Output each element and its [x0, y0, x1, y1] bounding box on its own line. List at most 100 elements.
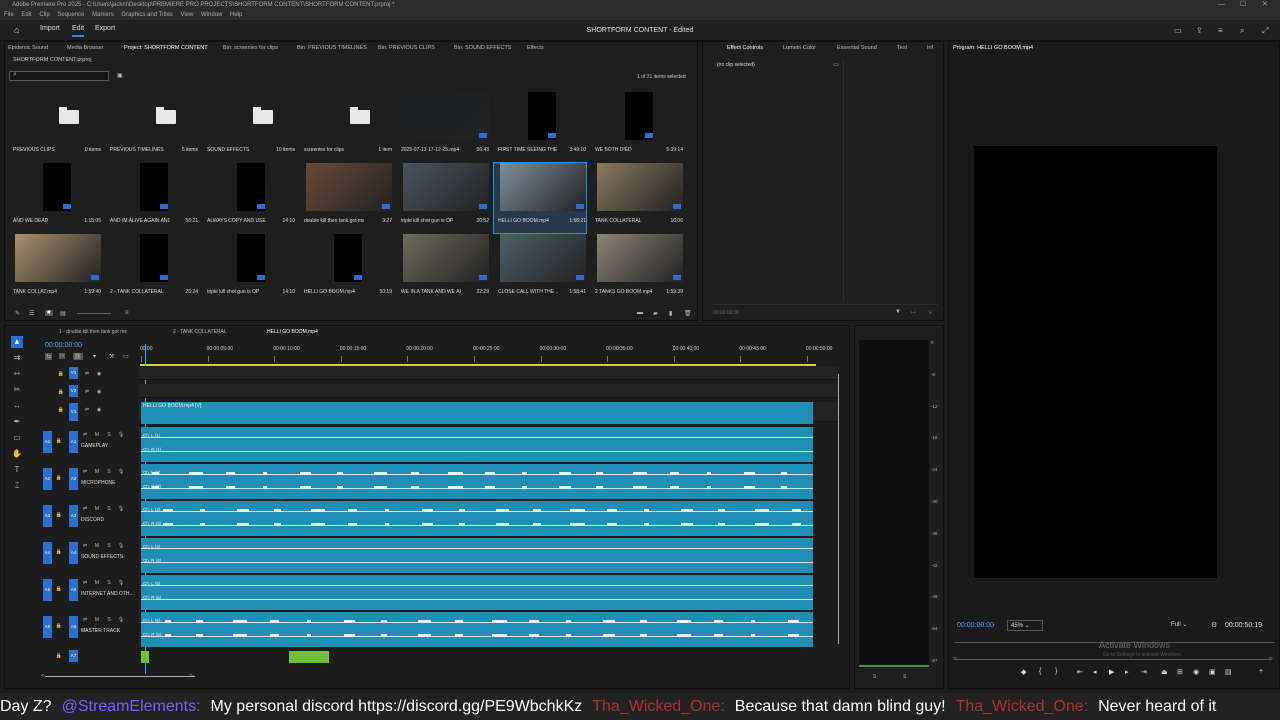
bin-clip[interactable]: AND IM ALIVE AGAIN AND... 56:21 [106, 163, 198, 233]
freeform-view-icon[interactable]: ▤ [60, 310, 66, 317]
audio-clip[interactable]: Ch. L (6) Ch. R (6) [141, 612, 813, 647]
solo-button[interactable]: S [105, 542, 113, 550]
program-scrollbar[interactable] [955, 659, 1271, 660]
audio-clip[interactable]: Ch. L (4) Ch. R (4) [141, 538, 813, 573]
lock-icon[interactable]: 🔒 [55, 437, 63, 445]
bin-clip[interactable]: triple kill shot gun is OP 14:10 [203, 234, 295, 304]
bin-clip[interactable]: HELLI GO BOOM.mp4 1:58:21 [493, 162, 587, 234]
close-icon[interactable]: ✕ [1262, 0, 1268, 10]
menu-clip[interactable]: Clip [39, 12, 49, 18]
eye-icon[interactable]: ◉ [95, 388, 103, 396]
share-icon[interactable]: ⇪ [1196, 26, 1203, 35]
menu-sequence[interactable]: Sequence [57, 12, 84, 18]
time-ruler[interactable]: 00:00 00:00:05:00 00:00:10:00 00:00:15:00 00… [140, 344, 836, 366]
program-timecode[interactable]: 00:00:00:00 [957, 622, 994, 629]
sync-icon[interactable]: ⇌ [83, 406, 91, 414]
track-target-badge[interactable]: A4 [43, 542, 52, 564]
linked-selection-icon[interactable]: ⛓ [73, 353, 83, 360]
lock-icon[interactable]: 🔒 [57, 388, 65, 396]
nest-icon[interactable]: ⇆ [45, 353, 53, 360]
lock-icon[interactable]: 🔒 [57, 370, 65, 378]
minimize-icon[interactable]: — [1218, 0, 1225, 10]
audio-clip[interactable]: Ch. L (1) Ch. R (1) [141, 427, 813, 462]
bin-folder[interactable]: PREVIOUS TIMELINES 5 items [106, 92, 198, 162]
audio-clip[interactable]: Ch. L (2)Ch. R (2) [141, 464, 813, 499]
menu-icon[interactable]: ≡ [1218, 26, 1223, 35]
mark-out-icon[interactable]: } [1055, 668, 1057, 675]
mic-icon[interactable]: 🎙 [117, 431, 125, 439]
mute-button[interactable]: M [93, 468, 101, 476]
timeline-tab-3[interactable]: HELLI GO BOOM.mp4 [267, 329, 318, 335]
marker-icon[interactable]: ▾ [93, 353, 96, 360]
track-source-badge[interactable]: A2 [69, 468, 78, 490]
import-tab[interactable]: Import [40, 25, 60, 32]
go-to-in-icon[interactable]: ⇤ [1077, 668, 1083, 676]
tab-bin-screenies[interactable]: Bin: screenies for clips [223, 45, 278, 51]
bin-clip[interactable]: TANK COLLATERAL 16:06 [591, 163, 683, 233]
tab-essential-sound[interactable]: Essential Sound [837, 45, 877, 51]
export-icon[interactable]: ⇲ [927, 309, 932, 316]
video-track-badge[interactable]: V1 [69, 403, 78, 421]
search-icon[interactable]: ⌕ [1240, 26, 1244, 36]
video-preview[interactable] [974, 146, 1217, 578]
sync-icon[interactable]: ⇌ [81, 505, 89, 513]
quality-select[interactable]: Full ⌄ [1171, 620, 1201, 631]
audio-clip[interactable]: Ch. L (5) Ch. R (5) [141, 575, 813, 610]
bin-folder[interactable]: SOUND EFFECTS 10 items [203, 92, 295, 162]
vr-icon[interactable]: ▣ [1209, 668, 1216, 676]
filter-icon[interactable]: ▼ [895, 309, 901, 315]
audio-clip[interactable]: Ch. L (3) Ch. R (3) [141, 501, 813, 536]
track-target-badge[interactable]: A2 [43, 468, 52, 490]
sync-icon[interactable]: ⇌ [83, 370, 91, 378]
sort-icon[interactable]: ≡ [125, 310, 129, 316]
step-back-icon[interactable]: ◂ [1093, 668, 1097, 676]
camera-icon[interactable]: ◉ [1193, 668, 1199, 676]
wrench-icon[interactable]: ⚒ [109, 353, 114, 360]
mute-button[interactable]: M [93, 579, 101, 587]
pen-icon[interactable]: ✎ [15, 310, 20, 317]
add-marker-icon[interactable]: ◆ [1021, 668, 1026, 676]
bin-clip[interactable]: triple kill shot gun is OP 20:52 [397, 163, 489, 233]
menu-file[interactable]: File [4, 12, 14, 18]
bin-clip[interactable]: HELLI GO BOOM.mp4 50:19 [300, 234, 392, 304]
track-target-badge[interactable]: A3 [43, 505, 52, 527]
maximize-icon[interactable]: ☐ [1240, 0, 1246, 10]
bin-clip[interactable]: WE BOTH DIED 5:39:14 [591, 92, 683, 162]
tab-effect-controls[interactable]: Effect Controls [727, 45, 763, 51]
mark-in-icon[interactable]: { [1039, 668, 1041, 675]
lock-icon[interactable]: 🔒 [55, 622, 63, 630]
track-source-badge[interactable]: A3 [69, 505, 78, 527]
folder-icon[interactable]: ▰ [653, 310, 658, 317]
zoom-slider[interactable] [77, 313, 111, 314]
go-to-out-icon[interactable]: ⇥ [1141, 668, 1147, 676]
track-target-badge[interactable]: A1 [43, 431, 52, 453]
add-button-icon[interactable]: + [1259, 668, 1263, 675]
mic-icon[interactable]: 🎙 [117, 468, 125, 476]
track-source-badge[interactable]: A6 [69, 616, 78, 638]
tab-media-browser[interactable]: Media Browser [67, 45, 104, 51]
menu-graphics[interactable]: Graphics and Titles [121, 12, 172, 18]
video-track-badge[interactable]: V3 [69, 367, 78, 379]
timeline-tab-2[interactable]: 2 - TANK COLLATERAL [173, 329, 227, 335]
mic-icon[interactable]: 🎙 [117, 505, 125, 513]
scroll-start-handle[interactable]: ○ [41, 673, 45, 679]
mic-icon[interactable]: 🎙 [117, 579, 125, 587]
mute-button[interactable]: M [93, 616, 101, 624]
bin-clip[interactable]: CLOSE CALL WITH THE ... 1:58:41 [494, 234, 586, 304]
timeline-scrollbar[interactable] [45, 676, 195, 677]
lock-icon[interactable]: 🔒 [55, 585, 63, 593]
video-track-badge[interactable]: V2 [69, 385, 78, 397]
vertical-scrollbar[interactable] [838, 374, 839, 644]
mic-icon[interactable]: 🎙 [117, 542, 125, 550]
export-tab[interactable]: Export [95, 25, 115, 32]
bin-clip[interactable]: WE IN A TANK AND WE AR... 22:29 [397, 234, 489, 304]
list-view-icon[interactable]: ☰ [29, 310, 34, 317]
sync-icon[interactable]: ⇌ [81, 431, 89, 439]
track-source-badge[interactable]: A4 [69, 542, 78, 564]
sync-icon[interactable]: ⇌ [81, 542, 89, 550]
bin-clip[interactable]: 2 - TANK COLLATERAL 26:24 [106, 234, 198, 304]
lock-icon[interactable]: 🔒 [55, 511, 63, 519]
bin-clip[interactable]: AND WE DEAD 1:15:05 [9, 163, 101, 233]
play-audio-icon[interactable]: ↦ [911, 309, 916, 316]
track-source-badge[interactable]: A7 [69, 650, 78, 662]
